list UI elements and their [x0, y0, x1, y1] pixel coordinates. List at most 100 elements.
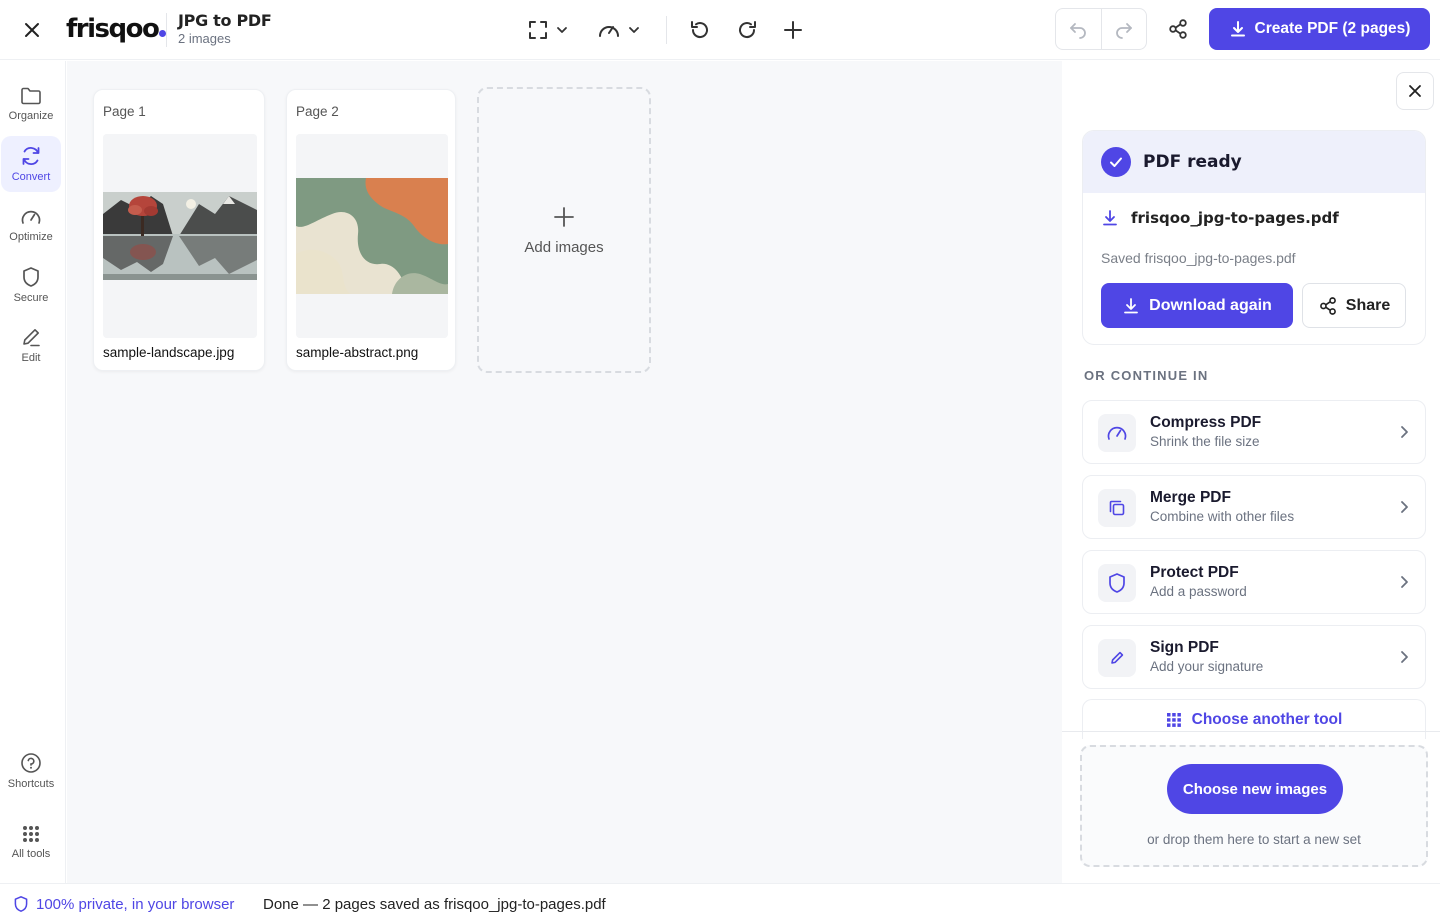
page-card[interactable]: Page 1 sample-landscape.jpg — [93, 89, 265, 371]
chevron-right-icon — [1397, 499, 1411, 515]
rail-item-label: Secure — [13, 292, 49, 304]
panel-divider — [1062, 731, 1440, 732]
create-pdf-button[interactable]: Create PDF (2 pages) — [1209, 8, 1430, 50]
rotate-left-icon[interactable] — [688, 14, 712, 46]
quality-dropdown[interactable] — [597, 14, 641, 46]
rotate-right-icon[interactable] — [735, 14, 759, 46]
rail-item-label: Optimize — [9, 231, 53, 243]
page-label: Page 2 — [296, 104, 339, 119]
download-again-label: Download again — [1149, 296, 1272, 314]
pencil-icon — [23, 329, 40, 347]
tool-subtitle: Add a password — [1150, 584, 1247, 599]
rail-item-all-tools[interactable]: All tools — [1, 814, 61, 870]
share-label: Share — [1345, 296, 1391, 314]
tool-title: Merge PDF — [1150, 489, 1231, 506]
pdf-ready-title: PDF ready — [1143, 152, 1242, 172]
rail-item-label: Shortcuts — [7, 778, 55, 790]
rail-item-convert[interactable]: Convert — [1, 136, 61, 192]
close-icon[interactable] — [14, 12, 50, 48]
tool-card-merge[interactable]: Merge PDF Combine with other files — [1082, 475, 1426, 539]
chevron-down-icon — [557, 27, 567, 33]
page-thumbnail — [103, 134, 257, 338]
tool-card-protect[interactable]: Protect PDF Add a password — [1082, 550, 1426, 614]
privacy-label: 100% private, in your browser — [36, 895, 235, 913]
close-panel-button[interactable] — [1396, 72, 1434, 110]
chevron-down-icon — [629, 27, 639, 33]
file-name: frisqoo_jpg-to-pages.pdf — [1131, 209, 1339, 227]
tool-card-compress[interactable]: Compress PDF Shrink the file size — [1082, 400, 1426, 464]
add-images-label: Add images — [524, 238, 604, 256]
choose-another-tool-button[interactable]: Choose another tool — [1082, 699, 1426, 739]
rail-item-optimize[interactable]: Optimize — [1, 197, 61, 253]
shield-icon — [14, 896, 28, 912]
tool-title: Compress PDF — [1150, 414, 1262, 431]
saved-text: Saved frisqoo_jpg-to-pages.pdf — [1101, 250, 1296, 266]
continue-heading: OR CONTINUE IN — [1084, 368, 1209, 383]
tool-card-sign[interactable]: Sign PDF Add your signature — [1082, 625, 1426, 689]
copy-icon — [1098, 489, 1136, 527]
abstract-image — [296, 134, 448, 338]
rail-item-shortcuts[interactable]: Shortcuts — [1, 743, 61, 799]
toolbar-divider — [666, 16, 667, 44]
fullscreen-icon — [529, 21, 547, 39]
privacy-badge: 100% private, in your browser — [13, 895, 234, 913]
rail-item-organize[interactable]: Organize — [1, 76, 61, 132]
rail-item-label: Convert — [11, 171, 51, 183]
check-icon — [1101, 147, 1131, 177]
plus-icon — [554, 206, 574, 227]
page-thumbnail — [296, 134, 448, 338]
tool-title: Protect PDF — [1150, 564, 1239, 581]
undo-redo-group — [1055, 8, 1147, 50]
page-label: Page 1 — [103, 104, 146, 119]
undo-button[interactable] — [1056, 9, 1102, 49]
pen-icon — [1098, 639, 1136, 677]
header-divider — [166, 13, 167, 47]
pdf-ready-card: PDF ready frisqoo_jpg-to-pages.pdf Saved… — [1082, 130, 1426, 345]
gauge-icon — [21, 210, 41, 224]
tool-subtitle: Combine with other files — [1150, 509, 1295, 524]
download-icon — [1103, 210, 1117, 226]
pdf-ready-header: PDF ready — [1083, 131, 1425, 193]
tool-subtitle: Shrink the file size — [1150, 434, 1260, 449]
add-icon[interactable] — [781, 14, 805, 46]
page-card[interactable]: Page 2 sample-abstract.png — [286, 89, 456, 371]
redo-button[interactable] — [1102, 9, 1147, 49]
gauge-icon — [1098, 414, 1136, 452]
drop-hint-text: or drop them here to start a new set — [1147, 832, 1361, 847]
page-canvas: Page 1 sample-landscape.jpg Page 2 sampl… — [67, 61, 1062, 883]
rail-item-label: Edit — [21, 352, 41, 364]
redo-icon — [1115, 23, 1132, 39]
new-images-dropzone[interactable]: Choose new images or drop them here to s… — [1080, 745, 1428, 867]
shield-icon — [23, 267, 39, 287]
share-button[interactable]: Share — [1302, 283, 1406, 328]
download-again-button[interactable]: Download again — [1101, 283, 1293, 328]
chevron-right-icon — [1397, 574, 1411, 590]
page-title: JPG to PDF — [178, 11, 272, 30]
chevron-right-icon — [1397, 424, 1411, 440]
file-link[interactable]: frisqoo_jpg-to-pages.pdf — [1101, 209, 1339, 227]
landscape-image — [103, 134, 257, 338]
folder-icon — [21, 87, 41, 105]
top-bar: frisqoo JPG to PDF 2 images Create PDF (… — [0, 0, 1440, 60]
download-icon — [1124, 297, 1139, 313]
undo-icon — [1070, 23, 1087, 39]
share-icon — [1319, 296, 1336, 315]
tool-subtitle: Add your signature — [1150, 659, 1264, 674]
help-circle-icon — [21, 753, 41, 773]
page-filename: sample-abstract.png — [296, 345, 419, 360]
rail-item-secure[interactable]: Secure — [1, 257, 61, 313]
fit-mode-dropdown[interactable] — [527, 14, 569, 46]
tool-title: Sign PDF — [1150, 639, 1219, 656]
add-images-dropzone[interactable]: Add images — [477, 87, 651, 373]
rail-item-edit[interactable]: Edit — [1, 317, 61, 373]
rail-item-label: All tools — [11, 848, 51, 860]
gauge-icon — [599, 26, 619, 37]
choose-new-images-button[interactable]: Choose new images — [1167, 764, 1343, 814]
share-icon[interactable] — [1160, 10, 1196, 48]
create-pdf-label: Create PDF (2 pages) — [1254, 20, 1411, 37]
app-logo: frisqoo — [66, 14, 167, 44]
choose-another-tool-label: Choose another tool — [1191, 710, 1343, 728]
chevron-right-icon — [1397, 649, 1411, 665]
refresh-icon — [22, 147, 40, 165]
close-icon — [1409, 85, 1421, 97]
